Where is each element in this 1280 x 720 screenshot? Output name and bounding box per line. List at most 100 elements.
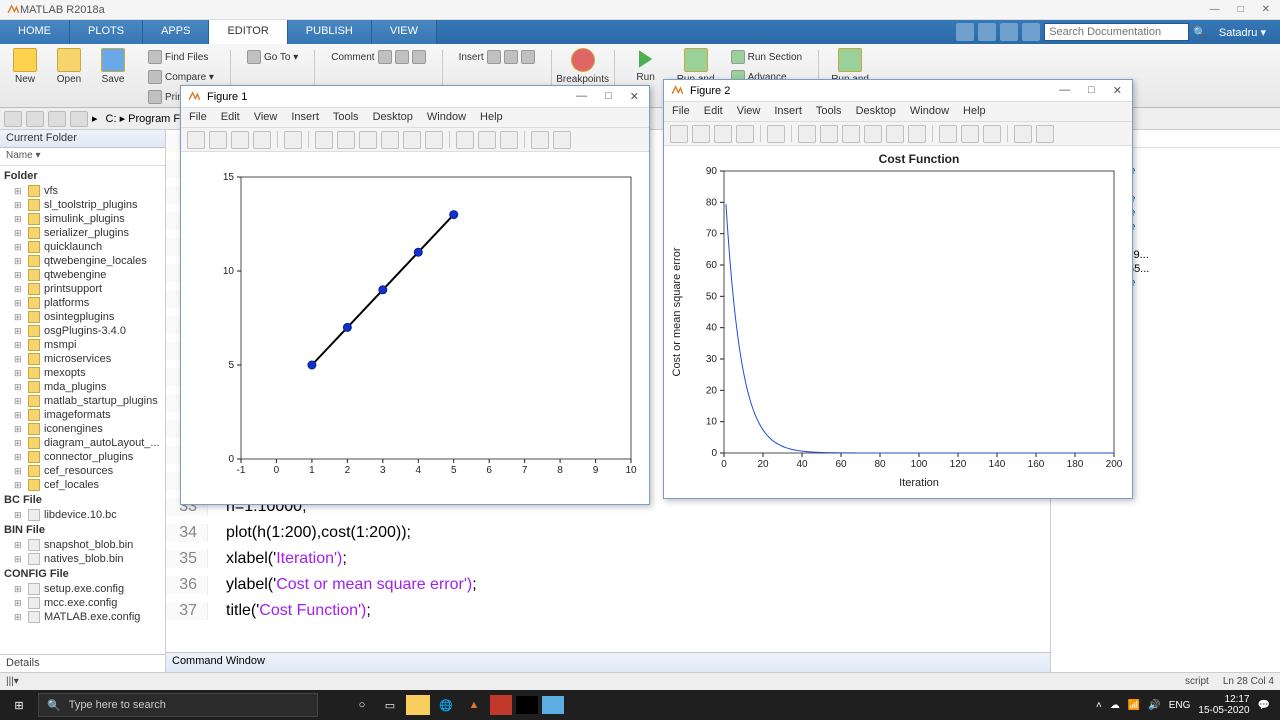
tree-item[interactable]: ⊞connector_plugins — [2, 450, 163, 464]
fig-menu-insert[interactable]: Insert — [291, 111, 319, 124]
taskview-icon[interactable]: ▭ — [378, 693, 402, 717]
save-icon[interactable] — [231, 131, 249, 149]
fig-menu-insert[interactable]: Insert — [774, 105, 802, 118]
colorbar-icon[interactable] — [478, 131, 496, 149]
fig-menu-desktop[interactable]: Desktop — [856, 105, 896, 118]
fig2-close[interactable]: ✕ — [1113, 84, 1122, 97]
tree-item[interactable]: ⊞cef_locales — [2, 478, 163, 492]
box1-icon[interactable] — [1014, 125, 1032, 143]
goto-button[interactable]: Go To ▾ — [243, 48, 302, 66]
open-icon[interactable] — [692, 125, 710, 143]
arrow-icon[interactable] — [284, 131, 302, 149]
tree-item[interactable]: ⊞microservices — [2, 352, 163, 366]
tree-item[interactable]: ⊞mcc.exe.config — [2, 596, 163, 610]
tree-item[interactable]: ⊞simulink_plugins — [2, 212, 163, 226]
help-icon[interactable] — [1022, 23, 1040, 41]
maximize-button[interactable]: □ — [1238, 4, 1244, 15]
save-icon[interactable] — [714, 125, 732, 143]
browse-icon[interactable] — [70, 111, 88, 127]
tree-item[interactable]: ⊞quicklaunch — [2, 240, 163, 254]
link-icon[interactable] — [456, 131, 474, 149]
tree-item[interactable]: ⊞MATLAB.exe.config — [2, 610, 163, 624]
figure2-axes[interactable]: 0204060801001201401601802000102030405060… — [664, 146, 1134, 498]
findfiles-button[interactable]: Find Files — [144, 48, 218, 66]
folder-tree[interactable]: Folder⊞vfs⊞sl_toolstrip_plugins⊞simulink… — [0, 166, 165, 654]
figure1-axes[interactable]: -1012345678910051015 — [181, 152, 651, 504]
tree-item[interactable]: ⊞iconengines — [2, 422, 163, 436]
redo-icon[interactable] — [1000, 23, 1018, 41]
editor-line[interactable]: 34plot(h(1:200),cost(1:200)); — [166, 520, 1050, 546]
tab-home[interactable]: HOME — [0, 20, 70, 44]
tab-plots[interactable]: PLOTS — [70, 20, 143, 44]
figure2-window[interactable]: Figure 2 —□✕ FileEditViewInsertToolsDesk… — [663, 79, 1133, 499]
system-tray[interactable]: ˄ ☁ 📶 🔊 ENG 12:1715-05-2020 💬 — [1096, 694, 1276, 716]
tree-item[interactable]: ⊞imageformats — [2, 408, 163, 422]
fig-menu-edit[interactable]: Edit — [704, 105, 723, 118]
editor-line[interactable]: 37title('Cost Function'); — [166, 598, 1050, 624]
tree-item[interactable]: ⊞cef_resources — [2, 464, 163, 478]
box2-icon[interactable] — [1036, 125, 1054, 143]
tree-item[interactable]: ⊞qtwebengine_locales — [2, 254, 163, 268]
save-all-icon[interactable] — [956, 23, 974, 41]
fig-menu-window[interactable]: Window — [910, 105, 949, 118]
tree-item[interactable]: ⊞libdevice.10.bc — [2, 508, 163, 522]
tree-item[interactable]: ⊞setup.exe.config — [2, 582, 163, 596]
zoomout-icon[interactable] — [820, 125, 838, 143]
rotate-icon[interactable] — [381, 131, 399, 149]
acrobat-icon[interactable] — [490, 695, 512, 715]
fig-menu-help[interactable]: Help — [480, 111, 503, 124]
tree-item[interactable]: ⊞matlab_startup_plugins — [2, 394, 163, 408]
close-button[interactable]: ✕ — [1262, 4, 1270, 15]
save-button[interactable]: Save — [94, 48, 132, 85]
tree-item[interactable]: ⊞vfs — [2, 184, 163, 198]
zoomin-icon[interactable] — [798, 125, 816, 143]
link-icon[interactable] — [939, 125, 957, 143]
tree-header[interactable]: BIN File — [2, 522, 163, 538]
runsection-button[interactable]: Run Section — [727, 48, 806, 66]
fig-menu-edit[interactable]: Edit — [221, 111, 240, 124]
search-doc-input[interactable] — [1044, 23, 1189, 41]
fig-menu-desktop[interactable]: Desktop — [373, 111, 413, 124]
colorbar-icon[interactable] — [961, 125, 979, 143]
tree-item[interactable]: ⊞sl_toolstrip_plugins — [2, 198, 163, 212]
figure2-menubar[interactable]: FileEditViewInsertToolsDesktopWindowHelp — [664, 102, 1132, 122]
fig-menu-tools[interactable]: Tools — [816, 105, 842, 118]
fig2-max[interactable]: □ — [1088, 84, 1095, 97]
open-button[interactable]: Open — [50, 48, 88, 85]
taskbar-search[interactable]: 🔍Type here to search — [38, 693, 318, 717]
details-label[interactable]: Details — [0, 654, 165, 672]
fig-menu-view[interactable]: View — [254, 111, 278, 124]
fig-menu-file[interactable]: File — [189, 111, 207, 124]
tree-item[interactable]: ⊞qtwebengine — [2, 268, 163, 282]
fig-menu-help[interactable]: Help — [963, 105, 986, 118]
new-icon[interactable] — [187, 131, 205, 149]
name-column[interactable]: Name ▾ — [0, 148, 165, 166]
arrow-icon[interactable] — [767, 125, 785, 143]
datatip-icon[interactable] — [403, 131, 421, 149]
tree-item[interactable]: ⊞snapshot_blob.bin — [2, 538, 163, 552]
editor-line[interactable]: 35xlabel('Iteration'); — [166, 546, 1050, 572]
datatip-icon[interactable] — [886, 125, 904, 143]
tab-apps[interactable]: APPS — [143, 20, 209, 44]
legend-icon[interactable] — [983, 125, 1001, 143]
tab-publish[interactable]: PUBLISH — [288, 20, 372, 44]
tree-item[interactable]: ⊞serializer_plugins — [2, 226, 163, 240]
tree-item[interactable]: ⊞platforms — [2, 296, 163, 310]
figure1-toolbar[interactable] — [181, 128, 649, 152]
tree-header[interactable]: BC File — [2, 492, 163, 508]
fig-menu-window[interactable]: Window — [427, 111, 466, 124]
brush-icon[interactable] — [425, 131, 443, 149]
tree-item[interactable]: ⊞osintegplugins — [2, 310, 163, 324]
pan-icon[interactable] — [842, 125, 860, 143]
fig2-min[interactable]: — — [1059, 84, 1070, 97]
breakpoints-button[interactable]: Breakpoints — [564, 48, 602, 85]
command-window-title[interactable]: Command Window — [166, 652, 1050, 672]
figure1-menubar[interactable]: FileEditViewInsertToolsDesktopWindowHelp — [181, 108, 649, 128]
fig-menu-file[interactable]: File — [672, 105, 690, 118]
run-button[interactable]: Run — [627, 48, 665, 83]
legend-icon[interactable] — [500, 131, 518, 149]
insert-button[interactable]: Insert — [455, 48, 539, 66]
box1-icon[interactable] — [531, 131, 549, 149]
pan-icon[interactable] — [359, 131, 377, 149]
undo-icon[interactable] — [978, 23, 996, 41]
